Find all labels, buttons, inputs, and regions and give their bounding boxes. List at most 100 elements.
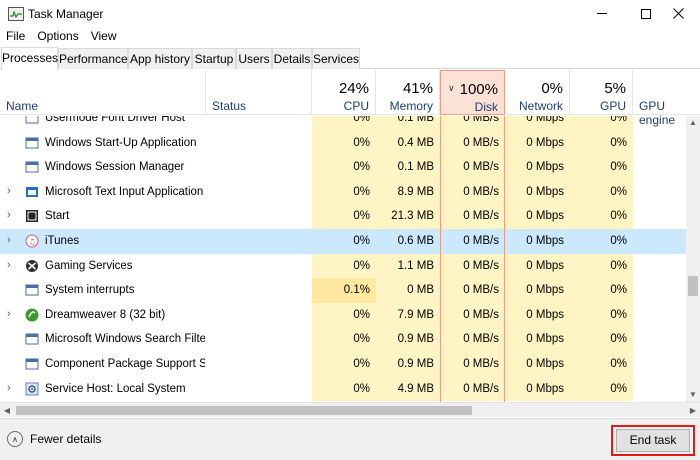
menu-bar: File Options View (0, 27, 700, 46)
window-icon (25, 160, 39, 174)
disk-column-border (504, 116, 505, 402)
minimize-button[interactable] (580, 0, 624, 27)
column-header-gpu-engine[interactable]: GPU engine (633, 70, 700, 127)
column-header-cpu[interactable]: 24% CPU (312, 70, 376, 115)
end-task-button[interactable]: End task (616, 429, 690, 452)
gpu-cell: 0% (570, 204, 633, 229)
column-header-gpu[interactable]: 5% GPU (570, 70, 633, 115)
process-name: iTunes (45, 235, 80, 247)
menu-view[interactable]: View (85, 27, 123, 46)
tab-services[interactable]: Services (312, 48, 360, 69)
tab-processes[interactable]: Processes (1, 47, 58, 70)
blue-window-icon (25, 185, 39, 199)
menu-options[interactable]: Options (31, 27, 84, 46)
tab-app-history[interactable]: App history (128, 48, 192, 69)
window-icon (25, 357, 39, 371)
memory-cell: 21.3 MB (376, 204, 440, 229)
gpu-cell: 0% (570, 278, 633, 303)
maximize-icon (641, 8, 651, 19)
window-title: Task Manager (28, 7, 104, 21)
table-row[interactable]: Windows Session Manager 0% 0.1 MB 0 MB/s 0 M… (0, 155, 686, 180)
expand-chevron-icon[interactable]: › (7, 382, 11, 394)
network-label: Network (518, 99, 563, 113)
network-cell: 0 Mbps (505, 376, 570, 402)
expand-chevron-icon[interactable]: › (7, 259, 11, 271)
task-manager-icon (8, 7, 24, 21)
minimize-icon (597, 13, 607, 14)
vertical-scrollbar[interactable]: ▲ ▼ (686, 116, 700, 402)
window-icon (25, 116, 39, 125)
column-header-network[interactable]: 0% Network (505, 70, 570, 115)
horizontal-scrollbar[interactable]: ◀ ▶ (0, 402, 700, 417)
expand-chevron-icon[interactable]: › (7, 185, 11, 197)
gpu-cell: 0% (570, 376, 633, 402)
table-row[interactable]: Windows Start-Up Application 0% 0.4 MB 0 MB… (0, 130, 686, 156)
expand-chevron-icon[interactable]: › (7, 209, 11, 221)
table-row[interactable]: › Service Host: Local System 0% 4.9 MB 0 MB/… (0, 376, 686, 402)
scroll-up-icon[interactable]: ▲ (686, 116, 700, 130)
process-name: Microsoft Windows Search Filte... (45, 333, 205, 346)
expand-chevron-icon[interactable]: › (7, 234, 11, 246)
network-cell: 0 Mbps (505, 116, 570, 131)
xbox-icon (25, 259, 39, 273)
cpu-cell: 0% (312, 302, 376, 328)
tab-startup[interactable]: Startup (192, 48, 236, 69)
table-row[interactable]: › ♫ iTunes 0% 0.6 MB 0 MB/s 0 Mbps 0% (0, 229, 686, 254)
scroll-right-icon[interactable]: ▶ (686, 403, 700, 418)
close-icon (672, 8, 684, 19)
horizontal-scroll-thumb[interactable] (16, 406, 472, 415)
scroll-down-icon[interactable]: ▼ (686, 388, 700, 402)
start-icon (25, 209, 39, 223)
process-list: Usermode Font Driver Host 0% 0.1 MB 0 MB/s 0… (0, 116, 686, 402)
vertical-scroll-thumb[interactable] (688, 276, 698, 296)
scroll-left-icon[interactable]: ◀ (0, 403, 14, 418)
network-cell: 0 Mbps (505, 302, 570, 328)
svg-text:♫: ♫ (28, 238, 35, 247)
table-row[interactable]: Usermode Font Driver Host 0% 0.1 MB 0 MB/s 0… (0, 116, 686, 131)
tab-details[interactable]: Details (272, 48, 312, 69)
dreamweaver-icon (25, 308, 39, 322)
column-header-name[interactable]: Name (0, 70, 206, 115)
memory-cell: 8.9 MB (376, 179, 440, 205)
process-name: Microsoft Text Input Application (45, 185, 204, 198)
gpu-cell: 0% (570, 130, 633, 156)
table-row[interactable]: › Start 0% 21.3 MB 0 MB/s 0 Mbps 0% (0, 204, 686, 229)
gpu-total: 5% (604, 80, 626, 97)
memory-cell: 0.9 MB (376, 327, 440, 352)
cpu-cell: 0% (312, 376, 376, 402)
column-header-disk[interactable]: ∨ 100% Disk (440, 70, 505, 115)
gpu-cell: 0% (570, 179, 633, 205)
table-row[interactable]: System interrupts 0.1% 0 MB 0 MB/s 0 Mbps 0% (0, 278, 686, 303)
memory-cell: 0.9 MB (376, 352, 440, 377)
tab-users[interactable]: Users (236, 48, 272, 69)
process-name: Windows Session Manager (45, 161, 185, 174)
gpu-cell: 0% (570, 116, 633, 131)
expand-chevron-icon[interactable]: › (7, 308, 11, 320)
memory-cell: 0.1 MB (376, 155, 440, 180)
table-row[interactable]: › Gaming Services 0% 1.1 MB 0 MB/s 0 Mbps 0% (0, 253, 686, 279)
menu-file[interactable]: File (0, 27, 31, 46)
column-header-memory[interactable]: 41% Memory (376, 70, 440, 115)
process-name: Usermode Font Driver Host (45, 116, 185, 124)
memory-cell: 0.6 MB (397, 235, 434, 247)
tab-performance[interactable]: Performance (58, 48, 128, 69)
network-cell: 0 Mbps (505, 204, 570, 229)
gpu-cell: 0% (570, 352, 633, 377)
memory-cell: 0.1 MB (376, 116, 440, 131)
memory-cell: 1.1 MB (376, 253, 440, 279)
memory-cell: 7.9 MB (376, 302, 440, 328)
cpu-cell: 0% (312, 155, 376, 180)
network-cell: 0 Mbps (505, 327, 570, 352)
disk-cell: 0 MB/s (463, 235, 499, 247)
close-button[interactable] (656, 0, 700, 27)
column-header-status[interactable]: Status (206, 70, 312, 115)
disk-cell: 0 MB/s (440, 253, 505, 279)
disk-cell: 0 MB/s (440, 130, 505, 156)
fewer-details-button[interactable]: ∧ Fewer details (7, 431, 101, 447)
table-row[interactable]: › Dreamweaver 8 (32 bit) 0% 7.9 MB 0 MB/s 0 M… (0, 302, 686, 328)
table-row[interactable]: Microsoft Windows Search Filte... 0% 0.9 M… (0, 327, 686, 352)
tab-strip: Processes Performance App history Startu… (0, 47, 700, 70)
table-row[interactable]: › Microsoft Text Input Application 0% 8.9 M… (0, 179, 686, 205)
table-row[interactable]: Component Package Support S... 0% 0.9 MB 0 … (0, 352, 686, 377)
memory-cell: 0 MB (376, 278, 440, 303)
